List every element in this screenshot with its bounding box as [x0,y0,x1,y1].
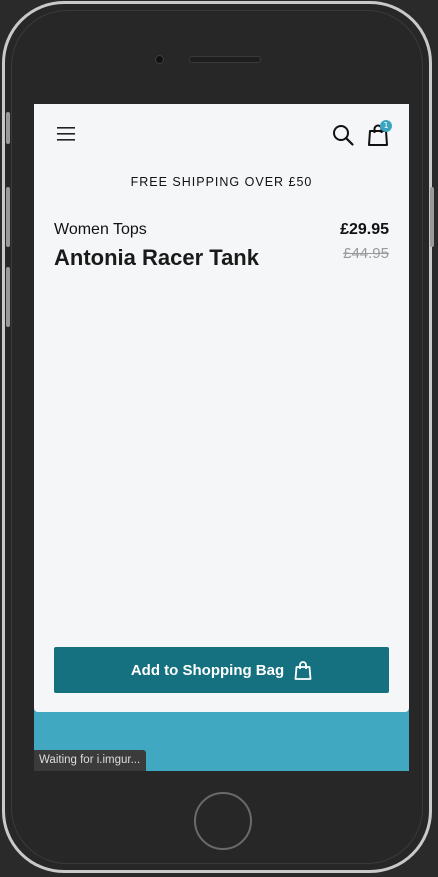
hamburger-menu-icon[interactable] [56,126,76,142]
product-category: Women Tops [54,221,147,238]
volume-down-button [6,267,10,327]
current-price: £29.95 [340,221,389,238]
volume-up-button [6,187,10,247]
screen: 1 FREE SHIPPING OVER £50 Women Tops Anto… [34,104,409,771]
power-button [430,187,434,247]
shopping-bag-icon [294,661,312,680]
mute-switch [6,112,10,144]
header: 1 [34,104,409,164]
product-sheet: 1 FREE SHIPPING OVER £50 Women Tops Anto… [34,104,409,712]
original-price: £44.95 [343,245,389,262]
shipping-banner: FREE SHIPPING OVER £50 [130,175,313,189]
home-button[interactable] [194,792,252,850]
product-title: Antonia Racer Tank [54,245,259,270]
search-icon[interactable] [331,123,355,147]
browser-status-text: Waiting for i.imgur... [34,750,147,771]
add-to-bag-button[interactable]: Add to Shopping Bag [54,647,389,693]
earpiece-speaker [189,56,261,63]
add-to-bag-label: Add to Shopping Bag [130,661,285,679]
front-camera [155,55,164,64]
cart-count-badge: 1 [380,120,392,132]
